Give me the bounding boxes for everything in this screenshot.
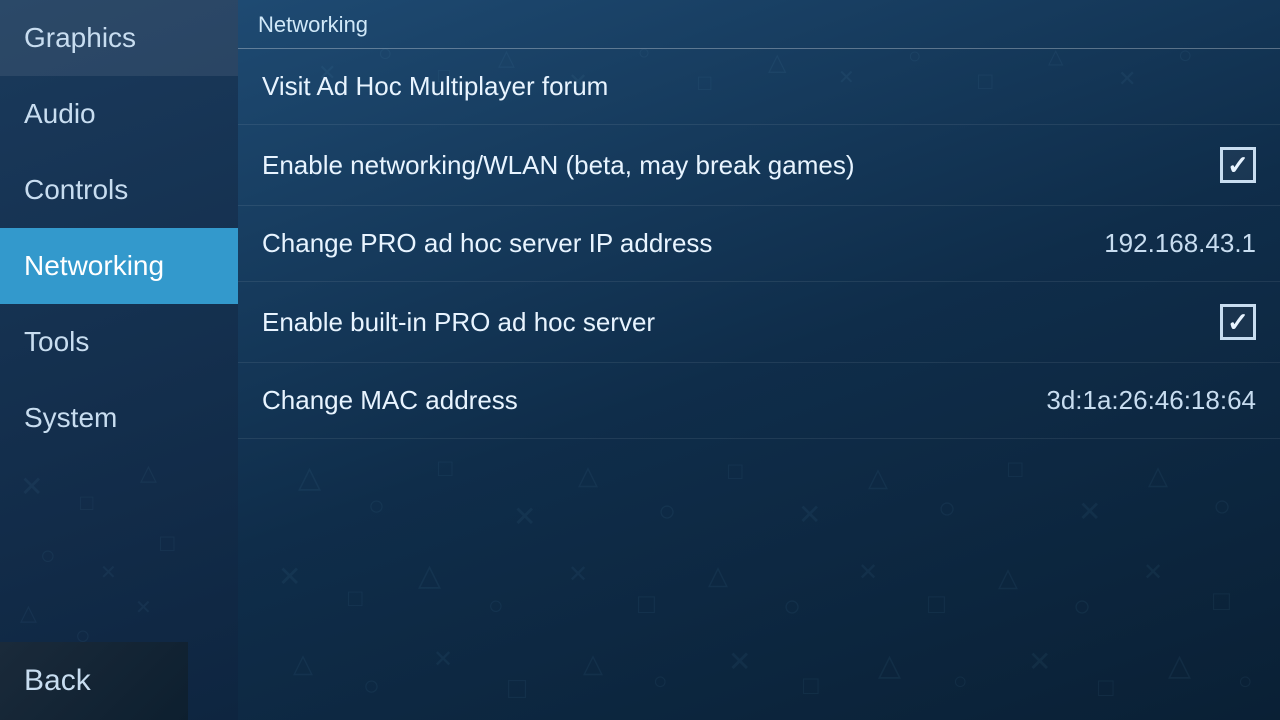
sidebar-item-label: Graphics bbox=[24, 22, 136, 53]
sidebar-item-controls[interactable]: Controls bbox=[0, 152, 238, 228]
sidebar-item-label: System bbox=[24, 402, 117, 433]
main-content: ✕ ○ □ △ ✕ ○ □ △ ✕ ○ □ △ ✕ ○ △ ○ □ ✕ △ ○ … bbox=[238, 0, 1280, 720]
back-button[interactable]: Back bbox=[0, 642, 188, 720]
setting-row-enable-pro-server[interactable]: Enable built-in PRO ad hoc server bbox=[238, 282, 1280, 363]
sidebar-item-networking[interactable]: Networking bbox=[0, 228, 238, 304]
sidebar-item-graphics[interactable]: Graphics bbox=[0, 0, 238, 76]
header-title: Networking bbox=[258, 12, 368, 37]
setting-row-change-pro-ip[interactable]: Change PRO ad hoc server IP address 192.… bbox=[238, 206, 1280, 282]
sidebar-item-label: Tools bbox=[24, 326, 89, 357]
sidebar: ✕ □ △ ○ ✕ □ △ ○ ✕ Graphics Audio Control… bbox=[0, 0, 238, 720]
sidebar-item-label: Audio bbox=[24, 98, 96, 129]
setting-label: Visit Ad Hoc Multiplayer forum bbox=[262, 71, 608, 102]
enable-pro-server-checkbox[interactable] bbox=[1220, 304, 1256, 340]
setting-label: Enable networking/WLAN (beta, may break … bbox=[262, 150, 855, 181]
setting-label: Change PRO ad hoc server IP address bbox=[262, 228, 712, 259]
sidebar-item-audio[interactable]: Audio bbox=[0, 76, 238, 152]
sidebar-item-label: Networking bbox=[24, 250, 164, 281]
page-header: Networking bbox=[238, 0, 1280, 49]
pro-ip-value: 192.168.43.1 bbox=[1104, 228, 1256, 259]
sidebar-item-system[interactable]: System bbox=[0, 380, 238, 456]
setting-row-visit-adhoc[interactable]: Visit Ad Hoc Multiplayer forum bbox=[238, 49, 1280, 125]
settings-list: Visit Ad Hoc Multiplayer forum Enable ne… bbox=[238, 49, 1280, 439]
mac-address-value: 3d:1a:26:46:18:64 bbox=[1046, 385, 1256, 416]
back-label: Back bbox=[24, 664, 91, 697]
setting-row-enable-networking[interactable]: Enable networking/WLAN (beta, may break … bbox=[238, 125, 1280, 206]
setting-row-change-mac[interactable]: Change MAC address 3d:1a:26:46:18:64 bbox=[238, 363, 1280, 439]
sidebar-item-tools[interactable]: Tools bbox=[0, 304, 238, 380]
sidebar-item-label: Controls bbox=[24, 174, 128, 205]
setting-label: Change MAC address bbox=[262, 385, 518, 416]
setting-label: Enable built-in PRO ad hoc server bbox=[262, 307, 655, 338]
enable-networking-checkbox[interactable] bbox=[1220, 147, 1256, 183]
